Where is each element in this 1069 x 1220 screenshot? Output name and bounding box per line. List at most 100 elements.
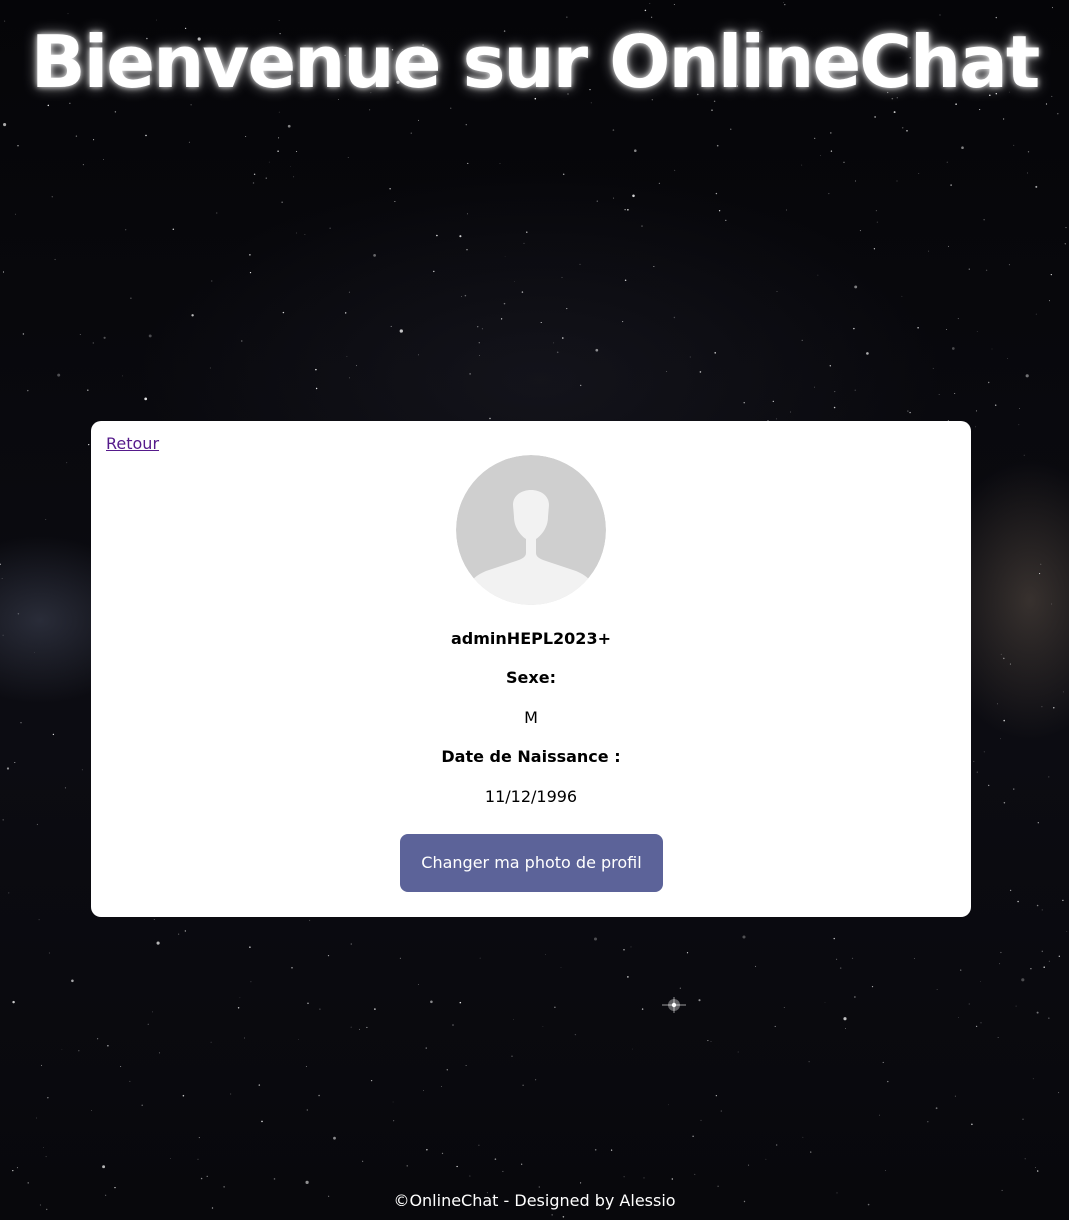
- star: [1041, 706, 1043, 708]
- star: [980, 981, 981, 982]
- star: [290, 165, 291, 167]
- star: [947, 245, 949, 247]
- star: [828, 193, 830, 195]
- star: [418, 119, 419, 121]
- star: [47, 1097, 49, 1099]
- footer-credits: ©OnlineChat - Designed by Alessio: [393, 1191, 676, 1210]
- star: [594, 937, 597, 941]
- star: [1027, 151, 1030, 153]
- star: [871, 986, 874, 988]
- star: [968, 1003, 970, 1005]
- star: [538, 1186, 540, 1188]
- star: [562, 173, 565, 176]
- star: [141, 1104, 143, 1107]
- star: [1022, 1118, 1024, 1120]
- star: [425, 1047, 427, 1049]
- star: [772, 400, 774, 403]
- star: [980, 1022, 982, 1024]
- star: [716, 144, 719, 147]
- star: [554, 1006, 556, 1008]
- star: [206, 1175, 208, 1178]
- star: [946, 329, 947, 330]
- star: [1036, 1011, 1039, 1014]
- star: [975, 410, 978, 412]
- star: [87, 389, 89, 391]
- star: [814, 386, 815, 388]
- star: [3, 123, 7, 127]
- star: [6, 767, 10, 770]
- star: [1034, 1167, 1036, 1168]
- star: [836, 958, 838, 960]
- star: [776, 291, 778, 292]
- star: [790, 411, 791, 413]
- star: [829, 365, 831, 367]
- star: [946, 161, 948, 163]
- star: [801, 339, 803, 341]
- star: [562, 1216, 565, 1218]
- star: [366, 1026, 368, 1028]
- star: [718, 210, 721, 212]
- star: [12, 1000, 15, 1004]
- star: [15, 213, 16, 215]
- star: [854, 285, 858, 289]
- star: [66, 462, 68, 464]
- star: [465, 1065, 467, 1067]
- star: [456, 1165, 458, 1168]
- star: [755, 965, 757, 967]
- star: [373, 254, 376, 257]
- star: [197, 1158, 199, 1160]
- star: [610, 1149, 613, 1151]
- star: [855, 180, 857, 182]
- star: [82, 164, 84, 166]
- star: [1041, 909, 1043, 911]
- star: [1058, 955, 1060, 957]
- birthdate-value: 11/12/1996: [484, 787, 578, 806]
- star: [513, 1018, 514, 1020]
- star: [535, 1079, 537, 1081]
- star: [57, 373, 61, 377]
- star: [1040, 563, 1042, 565]
- star: [120, 1066, 122, 1068]
- star: [249, 271, 252, 274]
- star: [814, 137, 816, 139]
- star: [144, 397, 148, 401]
- star: [296, 232, 297, 234]
- star: [148, 334, 152, 338]
- star: [97, 1038, 99, 1040]
- star: [79, 334, 81, 335]
- star: [783, 1007, 785, 1008]
- star: [1035, 313, 1037, 315]
- star: [362, 1160, 364, 1162]
- star: [824, 1002, 826, 1003]
- star: [209, 367, 211, 369]
- star: [666, 371, 668, 373]
- star: [12, 1169, 14, 1172]
- star: [622, 321, 624, 323]
- star: [522, 1084, 524, 1086]
- star: [436, 234, 438, 237]
- star: [1062, 899, 1064, 902]
- star: [102, 1165, 106, 1169]
- star: [2, 634, 4, 636]
- back-link[interactable]: Retour: [106, 433, 159, 455]
- star: [389, 188, 391, 190]
- star: [249, 254, 251, 256]
- star: [514, 281, 516, 282]
- star: [184, 930, 186, 932]
- star: [355, 365, 358, 367]
- star: [689, 356, 691, 358]
- star: [854, 389, 856, 391]
- star: [494, 1158, 497, 1160]
- star: [725, 219, 727, 222]
- change-profile-photo-button[interactable]: Changer ma photo de profil: [400, 834, 663, 892]
- star: [1063, 691, 1064, 693]
- star: [743, 402, 745, 404]
- star: [997, 703, 998, 705]
- star: [700, 1119, 702, 1121]
- star: [1023, 454, 1025, 456]
- star: [960, 969, 962, 971]
- star: [830, 132, 832, 134]
- star: [230, 1093, 232, 1095]
- star: [20, 722, 22, 724]
- star: [36, 1117, 38, 1119]
